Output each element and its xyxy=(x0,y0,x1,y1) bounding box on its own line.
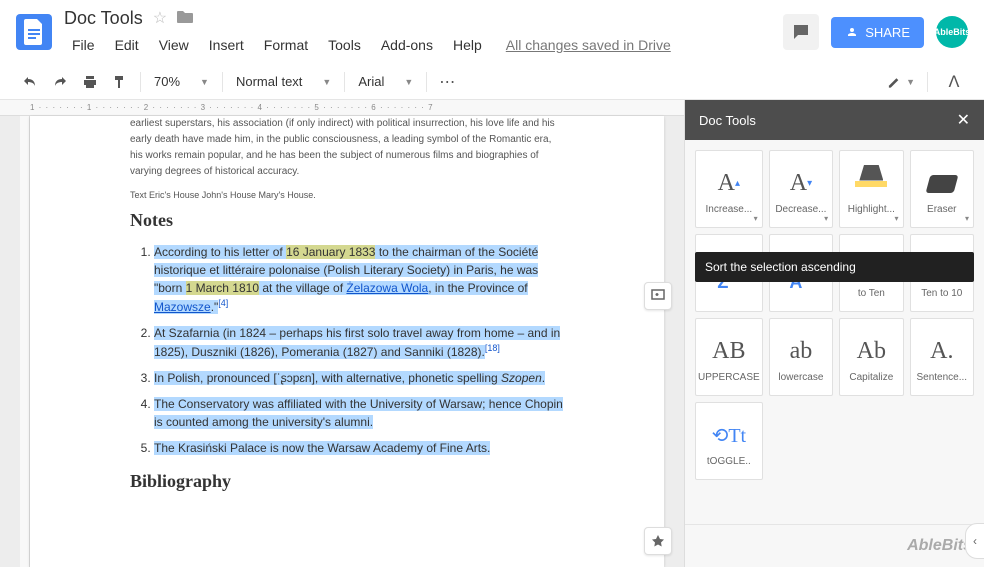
close-icon[interactable]: ✕ xyxy=(957,110,970,130)
uppercase-button[interactable]: ABUPPERCASE xyxy=(695,318,763,396)
document-title[interactable]: Doc Tools xyxy=(64,8,143,29)
tooltip: Sort the selection ascending xyxy=(695,252,974,282)
document-page[interactable]: earliest superstars, his association (if… xyxy=(30,116,664,567)
title-area: Doc Tools ☆ File Edit View Insert Format… xyxy=(64,8,783,57)
houses-text: Text Eric's House John's House Mary's Ho… xyxy=(130,190,564,200)
sidebar-title: Doc Tools xyxy=(699,113,756,128)
note-item: According to his letter of 16 January 18… xyxy=(154,243,564,316)
sidebar-footer: AbleBits xyxy=(685,524,984,567)
tools-grid: A▴Increase... A▾Decrease... Highlight...… xyxy=(685,140,984,490)
document-area: 1 · · · · · · · 1 · · · · · · · 2 · · · … xyxy=(0,100,684,567)
sentence-case-button[interactable]: A.Sentence... xyxy=(910,318,974,396)
zoom-select[interactable]: 70%▼ xyxy=(147,69,216,94)
lowercase-icon: ab xyxy=(790,332,813,372)
bibliography-heading: Bibliography xyxy=(130,471,564,492)
vertical-ruler[interactable] xyxy=(20,116,30,567)
format-toolbar: 70%▼ Normal text▼ Arial▼ ⋯ ▼ ᐱ xyxy=(0,64,984,100)
expand-sidebar-button[interactable]: ‹ xyxy=(965,523,984,559)
more-button[interactable]: ⋯ xyxy=(433,68,461,96)
menu-edit[interactable]: Edit xyxy=(107,33,147,57)
capitalize-button[interactable]: AbCapitalize xyxy=(839,318,903,396)
font-select[interactable]: Arial▼ xyxy=(351,69,420,94)
user-avatar[interactable]: AbleBits xyxy=(936,16,968,48)
menu-bar: File Edit View Insert Format Tools Add-o… xyxy=(64,33,783,57)
menu-view[interactable]: View xyxy=(151,33,197,57)
uppercase-icon: AB xyxy=(712,332,745,372)
decrease-font-button[interactable]: A▾Decrease... xyxy=(769,150,833,228)
toggle-case-button[interactable]: ⟲TttOGGLE.. xyxy=(695,402,763,480)
increase-font-icon: A▴ xyxy=(718,164,740,204)
undo-button[interactable] xyxy=(16,68,44,96)
note-item: The Krasiński Palace is now the Warsaw A… xyxy=(154,439,564,457)
capitalize-icon: Ab xyxy=(857,332,886,372)
editing-mode-button[interactable]: ▼ xyxy=(887,68,915,96)
notes-heading: Notes xyxy=(130,210,564,231)
menu-format[interactable]: Format xyxy=(256,33,316,57)
share-button[interactable]: SHARE xyxy=(831,17,924,48)
docs-logo-icon[interactable] xyxy=(16,14,52,50)
note-item: The Conservatory was affiliated with the… xyxy=(154,395,564,431)
notes-list: According to his letter of 16 January 18… xyxy=(130,243,564,457)
collapse-toolbar-button[interactable]: ᐱ xyxy=(940,68,968,96)
main-area: 1 · · · · · · · 1 · · · · · · · 2 · · · … xyxy=(0,100,984,567)
highlighter-icon xyxy=(855,164,887,204)
saved-status[interactable]: All changes saved in Drive xyxy=(506,37,671,53)
eraser-button[interactable]: Eraser xyxy=(910,150,974,228)
increase-font-button[interactable]: A▴Increase... xyxy=(695,150,763,228)
body-paragraph: earliest superstars, his association (if… xyxy=(130,116,564,180)
horizontal-ruler[interactable]: 1 · · · · · · · 1 · · · · · · · 2 · · · … xyxy=(0,100,684,116)
eraser-icon xyxy=(928,164,956,204)
note-item: At Szafarnia (in 1824 – perhaps his firs… xyxy=(154,324,564,361)
decrease-font-icon: A▾ xyxy=(790,164,812,204)
explore-button[interactable] xyxy=(644,527,672,555)
highlight-button[interactable]: Highlight... xyxy=(839,150,903,228)
sidebar-header: Doc Tools ✕ xyxy=(685,100,984,140)
print-button[interactable] xyxy=(76,68,104,96)
menu-insert[interactable]: Insert xyxy=(201,33,252,57)
sentence-icon: A. xyxy=(930,332,953,372)
style-select[interactable]: Normal text▼ xyxy=(229,69,338,94)
redo-button[interactable] xyxy=(46,68,74,96)
addon-sidebar: Doc Tools ✕ A▴Increase... A▾Decrease... … xyxy=(684,100,984,567)
app-header: Doc Tools ☆ File Edit View Insert Format… xyxy=(0,0,984,64)
lowercase-button[interactable]: ablowercase xyxy=(769,318,833,396)
folder-icon[interactable] xyxy=(177,9,193,28)
paint-format-button[interactable] xyxy=(106,68,134,96)
comments-button[interactable] xyxy=(783,14,819,50)
star-icon[interactable]: ☆ xyxy=(153,8,167,28)
add-comment-button[interactable] xyxy=(644,282,672,310)
menu-help[interactable]: Help xyxy=(445,33,490,57)
share-label: SHARE xyxy=(865,25,910,40)
menu-tools[interactable]: Tools xyxy=(320,33,369,57)
note-item: In Polish, pronounced [ˈʂɔpɛn], with alt… xyxy=(154,369,564,387)
menu-addons[interactable]: Add-ons xyxy=(373,33,441,57)
toggle-icon: ⟲Tt xyxy=(712,416,747,456)
menu-file[interactable]: File xyxy=(64,33,103,57)
